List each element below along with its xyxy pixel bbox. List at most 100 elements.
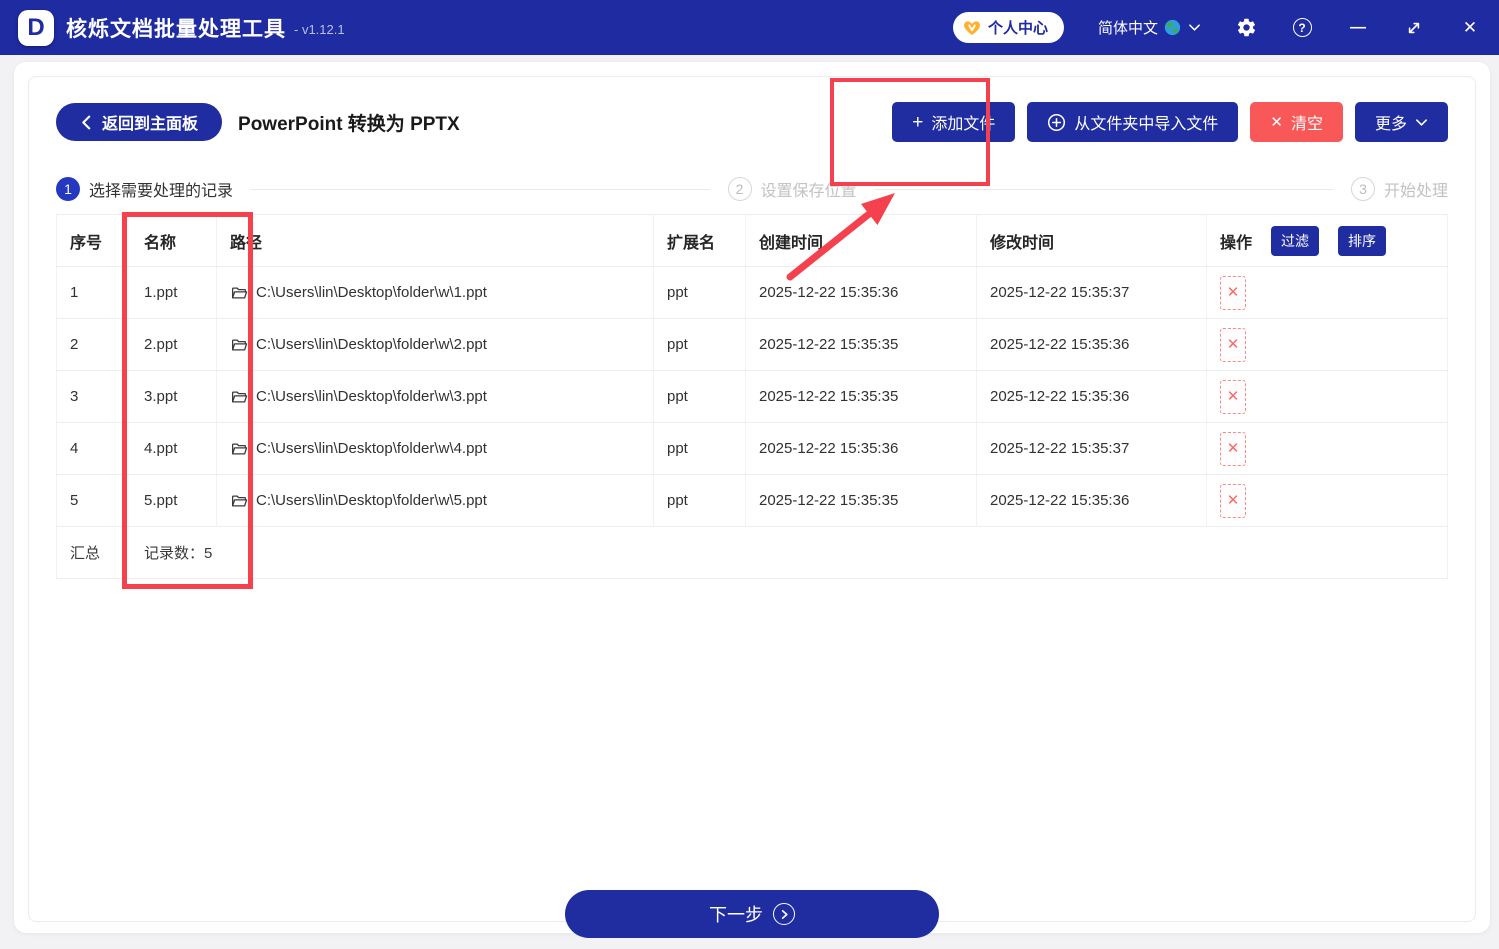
cell-index: 3	[56, 370, 124, 423]
col-header-modified: 修改时间	[976, 214, 1207, 267]
delete-row-button[interactable]: ✕	[1220, 327, 1246, 362]
cell-name: 4.ppt	[123, 422, 217, 475]
open-folder-icon[interactable]	[230, 284, 248, 302]
help-icon[interactable]: ?	[1291, 17, 1313, 39]
col-header-action: 操作	[1220, 234, 1253, 252]
table-row: 2 2.ppt C:\Users\lin\Desktop\folder\w\2.…	[56, 318, 1448, 371]
step-connector	[874, 188, 1333, 190]
step-3-label: 开始处理	[1384, 183, 1449, 200]
main-card: 返回到主面板 PowerPoint 转换为 PPTX + 添加文件 从文件夹中导…	[14, 62, 1490, 938]
cell-path: C:\Users\lin\Desktop\folder\w\4.ppt	[256, 440, 487, 457]
step-connector	[251, 188, 710, 190]
delete-row-button[interactable]: ✕	[1220, 431, 1246, 466]
step-1-label: 选择需要处理的记录	[89, 183, 234, 200]
chevron-down-icon	[1416, 118, 1427, 126]
filter-button[interactable]: 过滤	[1271, 225, 1320, 256]
cell-name: 1.ppt	[123, 266, 217, 319]
cell-ext: ppt	[653, 318, 746, 371]
vip-heart-icon	[963, 19, 981, 37]
step-1-number: 1	[56, 177, 80, 201]
open-folder-icon[interactable]	[230, 492, 248, 510]
clear-label: 清空	[1290, 116, 1323, 133]
more-button[interactable]: 更多	[1354, 102, 1448, 142]
cell-index: 2	[56, 318, 124, 371]
chevron-down-icon	[1187, 21, 1201, 35]
col-header-created: 创建时间	[745, 214, 977, 267]
clear-button[interactable]: ✕ 清空	[1250, 102, 1343, 142]
step-3-number: 3	[1351, 177, 1375, 201]
cell-index: 1	[56, 266, 124, 319]
user-center-button[interactable]: 个人中心	[952, 12, 1064, 43]
cell-ext: ppt	[653, 422, 746, 475]
next-step-button[interactable]: 下一步	[565, 890, 939, 938]
back-button-label: 返回到主面板	[102, 116, 199, 133]
open-folder-icon[interactable]	[230, 336, 248, 354]
cell-name: 2.ppt	[123, 318, 217, 371]
table-header-row: 序号 名称 路径 扩展名 创建时间 修改时间 操作 过滤 排序	[56, 214, 1448, 267]
file-table: 序号 名称 路径 扩展名 创建时间 修改时间 操作 过滤 排序 1 1.ppt …	[56, 214, 1448, 579]
add-files-button[interactable]: + 添加文件	[892, 102, 1016, 142]
step-1-select-records: 1 选择需要处理的记录	[56, 177, 233, 201]
import-folder-button[interactable]: 从文件夹中导入文件	[1027, 102, 1239, 142]
cell-modified: 2025-12-22 15:35:36	[976, 318, 1207, 371]
plus-icon: +	[912, 111, 924, 133]
import-folder-label: 从文件夹中导入文件	[1074, 116, 1219, 133]
delete-row-button[interactable]: ✕	[1220, 379, 1246, 414]
table-row: 4 4.ppt C:\Users\lin\Desktop\folder\w\4.…	[56, 422, 1448, 475]
cell-created: 2025-12-22 15:35:35	[745, 370, 977, 423]
cell-created: 2025-12-22 15:35:35	[745, 474, 977, 527]
cell-created: 2025-12-22 15:35:36	[745, 266, 977, 319]
open-folder-icon[interactable]	[230, 388, 248, 406]
step-2-label: 设置保存位置	[760, 183, 857, 200]
cell-path: C:\Users\lin\Desktop\folder\w\5.ppt	[256, 492, 487, 509]
language-label: 简体中文	[1097, 20, 1158, 37]
globe-icon	[1164, 19, 1181, 36]
content-panel: 返回到主面板 PowerPoint 转换为 PPTX + 添加文件 从文件夹中导…	[28, 76, 1476, 938]
cell-ext: ppt	[653, 266, 746, 319]
page-title: PowerPoint 转换为 PPTX	[238, 113, 460, 135]
cell-ext: ppt	[653, 474, 746, 527]
titlebar: D 核烁文档批量处理工具 - v1.12.1 个人中心 简体中文 ? — ✕	[0, 0, 1499, 55]
clear-x-icon: ✕	[1270, 113, 1283, 131]
cell-modified: 2025-12-22 15:35:36	[976, 370, 1207, 423]
table-row: 5 5.ppt C:\Users\lin\Desktop\folder\w\5.…	[56, 474, 1448, 527]
close-button[interactable]: ✕	[1459, 17, 1481, 39]
circle-plus-icon	[1048, 113, 1066, 131]
app-window: { "titlebar": { "logo_letter": "D", "app…	[0, 0, 1499, 949]
more-label: 更多	[1374, 116, 1407, 133]
close-glyph: ✕	[1462, 18, 1478, 37]
next-step-label: 下一步	[709, 905, 763, 925]
app-version: - v1.12.1	[294, 22, 345, 37]
cell-modified: 2025-12-22 15:35:36	[976, 474, 1207, 527]
sort-button[interactable]: 排序	[1338, 225, 1387, 256]
delete-row-button[interactable]: ✕	[1220, 275, 1246, 310]
cell-index: 5	[56, 474, 124, 527]
step-2-number: 2	[727, 177, 752, 201]
cell-path: C:\Users\lin\Desktop\folder\w\2.ppt	[256, 336, 487, 353]
cell-index: 4	[56, 422, 124, 475]
cell-name: 3.ppt	[123, 370, 217, 423]
delete-row-button[interactable]: ✕	[1220, 483, 1246, 518]
user-center-label: 个人中心	[987, 20, 1048, 37]
cell-created: 2025-12-22 15:35:35	[745, 318, 977, 371]
step-3-start-processing: 3 开始处理	[1351, 177, 1448, 201]
step-indicator: 1 选择需要处理的记录 2 设置保存位置 3 开始处理	[56, 176, 1448, 202]
step-2-save-location: 2 设置保存位置	[727, 177, 857, 201]
back-to-dashboard-button[interactable]: 返回到主面板	[56, 103, 223, 141]
resize-button[interactable]	[1403, 17, 1425, 39]
chevron-left-icon	[82, 115, 91, 129]
summary-row: 汇总 记录数：5	[56, 526, 1448, 579]
summary-label: 汇总	[56, 526, 124, 579]
open-folder-icon[interactable]	[230, 440, 248, 458]
language-selector[interactable]: 简体中文	[1098, 17, 1201, 38]
cell-name: 5.ppt	[123, 474, 217, 527]
summary-record-count: 记录数：5	[123, 526, 1448, 579]
add-files-label: 添加文件	[931, 116, 996, 133]
app-title: 核烁文档批量处理工具	[66, 17, 286, 41]
minimize-button[interactable]: —	[1347, 17, 1369, 39]
settings-gear-icon[interactable]	[1235, 17, 1257, 39]
col-header-name: 名称	[123, 214, 217, 267]
table-row: 3 3.ppt C:\Users\lin\Desktop\folder\w\3.…	[56, 370, 1448, 423]
minimize-glyph: —	[1350, 18, 1366, 36]
col-header-index: 序号	[56, 214, 124, 267]
